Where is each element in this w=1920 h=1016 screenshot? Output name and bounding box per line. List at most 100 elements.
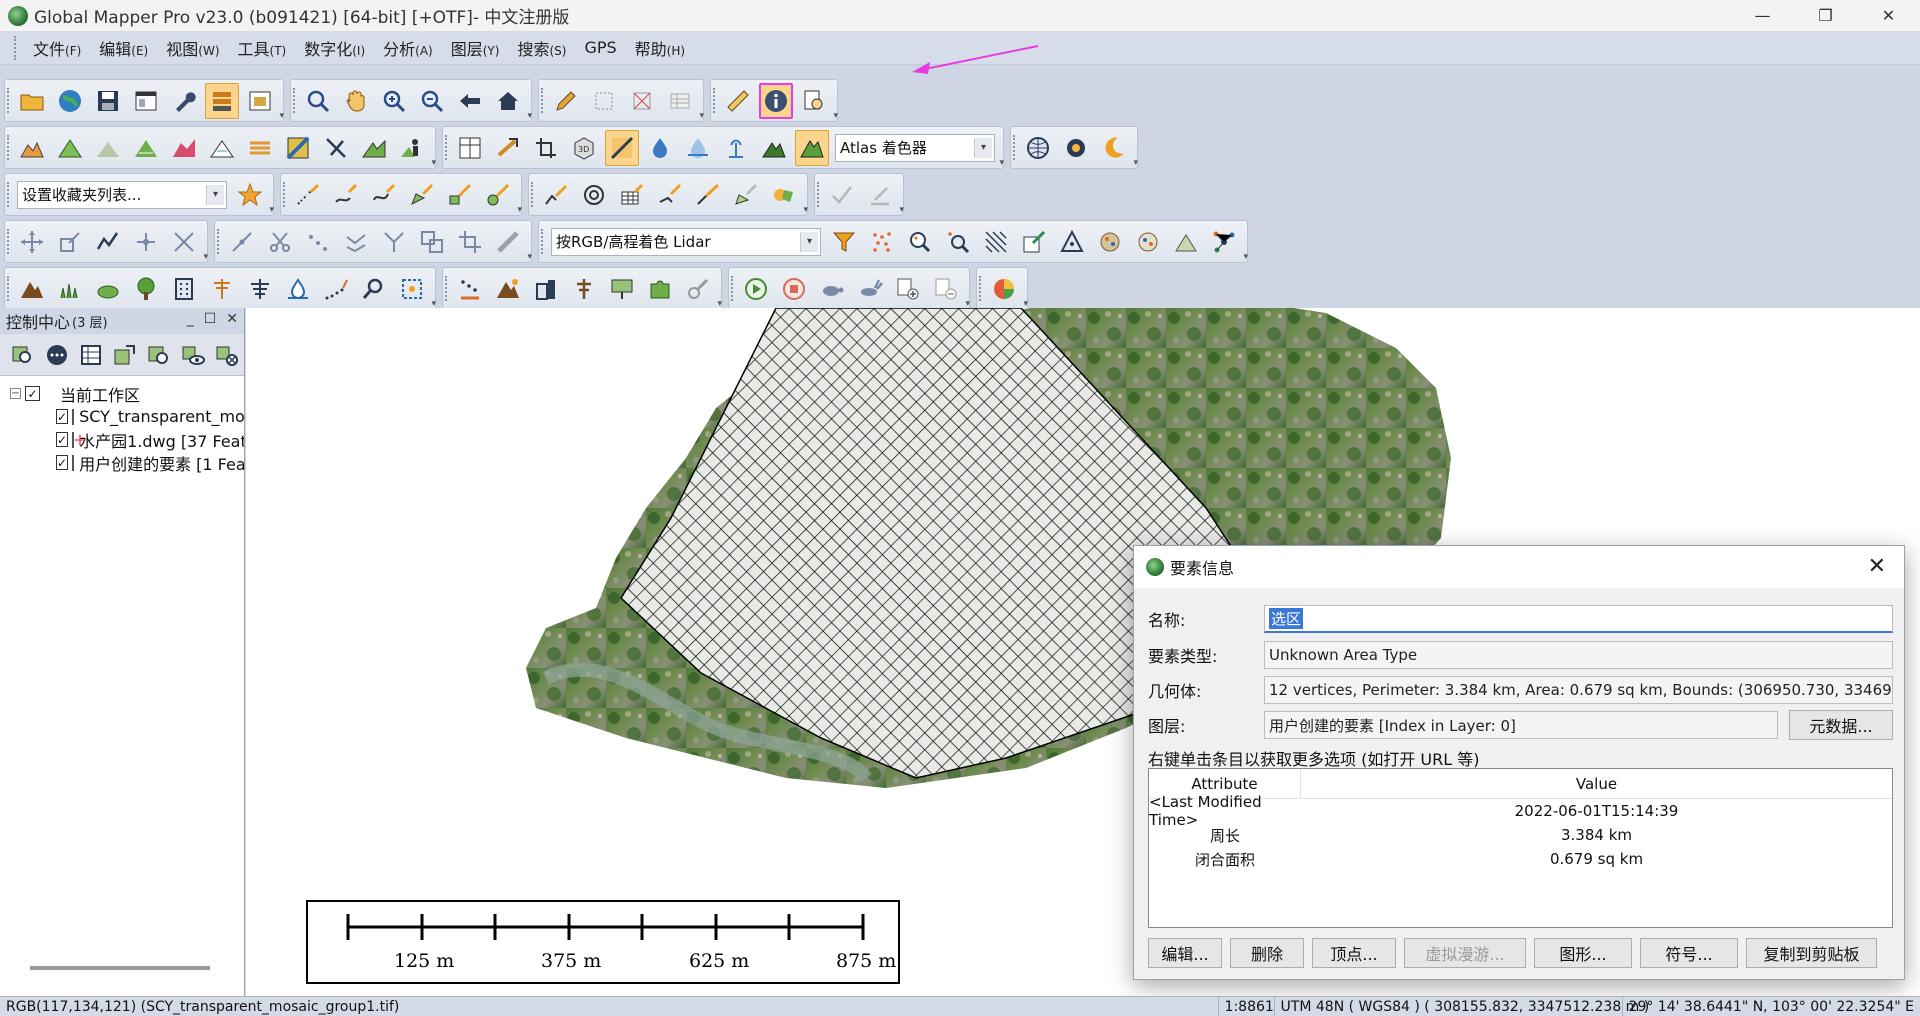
back-arrow-icon[interactable] xyxy=(453,83,487,119)
table-row[interactable]: 闭合面积 0.679 sq km xyxy=(1149,847,1892,871)
menu-view[interactable]: 视图(W) xyxy=(157,36,228,60)
menu-search[interactable]: 搜索(S) xyxy=(508,36,575,60)
lidar-color-select[interactable]: 按RGB/高程着色 Lidar ▾ xyxy=(551,227,821,256)
layer-search-icon[interactable] xyxy=(144,339,174,371)
zoom-box-icon[interactable] xyxy=(301,83,335,119)
globe-icon[interactable] xyxy=(53,83,87,119)
layer-options-icon[interactable] xyxy=(42,339,72,371)
layer-checkbox[interactable]: ✓ xyxy=(56,455,69,470)
lidar-terrain-icon[interactable] xyxy=(1169,224,1203,260)
home-icon[interactable] xyxy=(491,83,525,119)
fast-rabbit-icon[interactable] xyxy=(853,271,887,307)
zoom-in-icon[interactable] xyxy=(377,83,411,119)
volume-icon[interactable] xyxy=(205,130,239,166)
layer-row[interactable]: ✓ SCY_transparent_mosaic_group1.tif xyxy=(0,405,244,428)
online-data-globe-icon[interactable] xyxy=(1021,130,1055,166)
find-feature-icon[interactable] xyxy=(797,83,831,119)
attribute-table[interactable]: Attribute Value <Last Modified Time> 202… xyxy=(1148,768,1893,928)
delete-button[interactable]: 删除 xyxy=(1230,938,1304,968)
peak-icon[interactable] xyxy=(757,130,791,166)
layer-row[interactable]: ✓ 水产园1.dwg [37 Features] xyxy=(0,428,244,451)
menu-analysis[interactable]: 分析(A) xyxy=(374,36,442,60)
minimize-button[interactable]: — xyxy=(1731,0,1794,31)
move-icon[interactable] xyxy=(15,224,49,260)
create-area-icon[interactable] xyxy=(405,177,439,213)
water-level-icon[interactable] xyxy=(681,130,715,166)
water-drop-icon[interactable] xyxy=(643,130,677,166)
buffer-icon[interactable] xyxy=(653,177,687,213)
mountain-icon[interactable] xyxy=(15,271,49,307)
move-vertex-icon[interactable] xyxy=(129,224,163,260)
layer-visibility-icon[interactable] xyxy=(178,339,208,371)
add-frame-icon[interactable] xyxy=(891,271,925,307)
workspace-checkbox[interactable]: ✓ xyxy=(25,386,40,401)
remove-frame-icon[interactable] xyxy=(929,271,963,307)
menu-file[interactable]: 文件(F) xyxy=(24,36,90,60)
workspace-node[interactable]: − ✓ 当前工作区 xyxy=(0,382,244,405)
attribute-grid-icon[interactable] xyxy=(663,83,697,119)
layers-stack-icon[interactable] xyxy=(243,130,277,166)
close-button[interactable]: ✕ xyxy=(1857,0,1920,31)
lidar-network-icon[interactable] xyxy=(1207,224,1241,260)
select-box-icon[interactable] xyxy=(587,83,621,119)
table-row[interactable]: <Last Modified Time> 2022-06-01T15:14:39 xyxy=(1149,793,1892,829)
metadata-button[interactable]: 元数据... xyxy=(1789,710,1893,740)
ruler-disabled-icon[interactable] xyxy=(491,224,525,260)
horizontal-scrollbar[interactable] xyxy=(30,966,210,970)
control-center-icon[interactable] xyxy=(205,82,239,119)
menu-gps[interactable]: GPS xyxy=(575,38,625,57)
contour-icon[interactable] xyxy=(53,130,87,166)
pan-hand-icon[interactable] xyxy=(339,83,373,119)
3d-view-icon[interactable]: 3D xyxy=(567,130,601,166)
dialog-title-bar[interactable]: 要素信息 ✕ xyxy=(1134,546,1904,588)
create-rectangle-icon[interactable] xyxy=(443,177,477,213)
target-icon[interactable] xyxy=(577,177,611,213)
crop-icon[interactable] xyxy=(453,224,487,260)
restore-button[interactable]: ❐ xyxy=(1794,0,1857,31)
panel-close-button[interactable]: ✕ xyxy=(226,311,238,327)
building-extract-icon[interactable] xyxy=(529,271,563,307)
zoom-to-layer-icon[interactable] xyxy=(8,339,38,371)
zoom-out-icon[interactable] xyxy=(415,83,449,119)
overview-map-icon[interactable] xyxy=(243,83,277,119)
shape-button[interactable]: 图形... xyxy=(1534,938,1632,968)
layer-field[interactable]: 用户创建的要素 [Index in Layer: 0] xyxy=(1264,711,1778,739)
lidar-classify-icon[interactable] xyxy=(1093,224,1127,260)
save-icon[interactable] xyxy=(91,83,125,119)
menu-digitize[interactable]: 数字化(I) xyxy=(295,36,374,60)
stop-icon[interactable] xyxy=(777,271,811,307)
slow-turtle-icon[interactable] xyxy=(815,271,849,307)
color-wheel-icon[interactable] xyxy=(987,271,1021,307)
config-gear-icon[interactable] xyxy=(1059,130,1093,166)
terrain-profile-icon[interactable] xyxy=(15,130,49,166)
copy-to-clipboard-button[interactable]: 复制到剪贴板 xyxy=(1746,938,1877,968)
create-points-icon[interactable] xyxy=(291,177,325,213)
trace-icon[interactable] xyxy=(691,177,725,213)
edit-disabled-icon[interactable] xyxy=(863,177,897,213)
map-sign-icon[interactable] xyxy=(605,271,639,307)
attribute-table-icon[interactable] xyxy=(76,339,106,371)
measure-ruler-icon[interactable] xyxy=(721,83,755,119)
check-edit-icon[interactable] xyxy=(825,177,859,213)
power-line-icon[interactable] xyxy=(205,271,239,307)
feature-info-tool-icon[interactable] xyxy=(759,82,793,119)
tree-icon[interactable] xyxy=(129,271,163,307)
watershed-icon[interactable] xyxy=(129,130,163,166)
geometry-field[interactable]: 12 vertices, Perimeter: 3.384 km, Area: … xyxy=(1264,676,1893,704)
favorites-select[interactable]: 设置收藏夹列表... ▾ xyxy=(17,180,227,209)
terrain-flat-icon[interactable] xyxy=(91,130,125,166)
scale-feature-icon[interactable] xyxy=(53,224,87,260)
wrench-icon[interactable] xyxy=(167,83,201,119)
slope-icon[interactable] xyxy=(357,130,391,166)
window-icon[interactable] xyxy=(129,83,163,119)
create-line-icon[interactable] xyxy=(329,177,363,213)
pixels-to-points-icon[interactable] xyxy=(453,271,487,307)
grid-create-icon[interactable] xyxy=(615,177,649,213)
layer-row[interactable]: ✓ 用户创建的要素 [1 Feature] xyxy=(0,451,244,474)
menu-edit[interactable]: 编辑(E) xyxy=(90,36,157,60)
type-field[interactable]: Unknown Area Type xyxy=(1264,641,1893,669)
lidar-edit-icon[interactable] xyxy=(1017,224,1051,260)
water-body-icon[interactable] xyxy=(281,271,315,307)
lidar-filter-icon[interactable] xyxy=(827,224,861,260)
snap-icon[interactable] xyxy=(339,224,373,260)
